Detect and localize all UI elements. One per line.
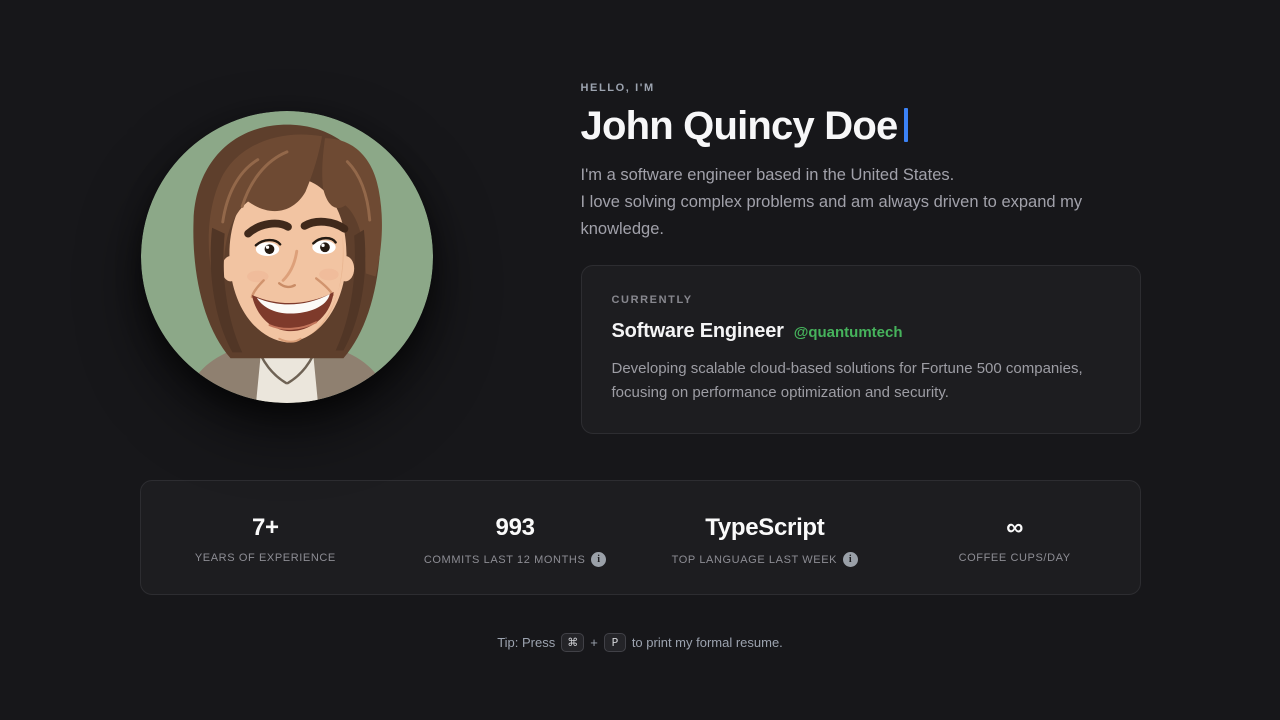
stat-label-text: TOP LANGUAGE LAST WEEK	[672, 554, 837, 566]
stat-label: YEARS OF EXPERIENCE	[141, 552, 391, 564]
stat-commits: 993 COMMITS LAST 12 MONTHS i	[390, 513, 640, 594]
role-title: Software Engineer	[612, 320, 784, 343]
hero-text-block: HELLO, I'M John Quincy Doe I'm a softwar…	[581, 82, 1141, 434]
stat-years-experience: 7+ YEARS OF EXPERIENCE	[141, 513, 391, 594]
page-title: John Quincy Doe	[581, 104, 1141, 148]
intro-line-1: I'm a software engineer based in the Uni…	[581, 162, 1141, 189]
stat-label-text: COFFEE CUPS/DAY	[959, 552, 1071, 564]
avatar-illustration	[141, 111, 433, 403]
print-tip: Tip: Press ⌘ + P to print my formal resu…	[140, 633, 1141, 652]
stat-coffee: ∞ COFFEE CUPS/DAY	[890, 513, 1140, 594]
command-key: ⌘	[561, 633, 584, 652]
intro-text: I'm a software engineer based in the Uni…	[581, 162, 1141, 243]
stat-label-text: COMMITS LAST 12 MONTHS	[424, 554, 586, 566]
page-content: HELLO, I'M John Quincy Doe I'm a softwar…	[140, 82, 1141, 652]
role-description: Developing scalable cloud-based solution…	[612, 357, 1110, 405]
avatar	[141, 111, 433, 403]
currently-card: CURRENTLY Software Engineer @quantumtech…	[581, 265, 1141, 434]
stat-top-language: TypeScript TOP LANGUAGE LAST WEEK i	[640, 513, 890, 594]
tip-plus: +	[590, 635, 598, 650]
info-icon[interactable]: i	[591, 552, 606, 567]
stat-value: 7+	[141, 513, 391, 543]
intro-line-2: I love solving complex problems and am a…	[581, 193, 1083, 238]
stat-value: TypeScript	[640, 513, 890, 543]
company-handle[interactable]: @quantumtech	[794, 324, 903, 341]
stat-label-text: YEARS OF EXPERIENCE	[195, 552, 336, 564]
greeting-label: HELLO, I'M	[581, 82, 1141, 94]
stat-value: ∞	[890, 513, 1140, 543]
stat-label: COFFEE CUPS/DAY	[890, 552, 1140, 564]
person-name: John Quincy Doe	[581, 104, 898, 148]
currently-label: CURRENTLY	[612, 294, 1110, 306]
typing-caret-icon	[904, 108, 908, 142]
role-line: Software Engineer @quantumtech	[612, 320, 1110, 343]
hero-section: HELLO, I'M John Quincy Doe I'm a softwar…	[140, 82, 1141, 434]
tip-suffix: to print my formal resume.	[632, 635, 783, 650]
p-key: P	[604, 633, 626, 652]
stat-label: TOP LANGUAGE LAST WEEK i	[640, 552, 890, 567]
stat-value: 993	[390, 513, 640, 543]
stat-label: COMMITS LAST 12 MONTHS i	[390, 552, 640, 567]
info-icon[interactable]: i	[843, 552, 858, 567]
stats-bar: 7+ YEARS OF EXPERIENCE 993 COMMITS LAST …	[140, 480, 1141, 595]
tip-prefix: Tip: Press	[497, 635, 555, 650]
